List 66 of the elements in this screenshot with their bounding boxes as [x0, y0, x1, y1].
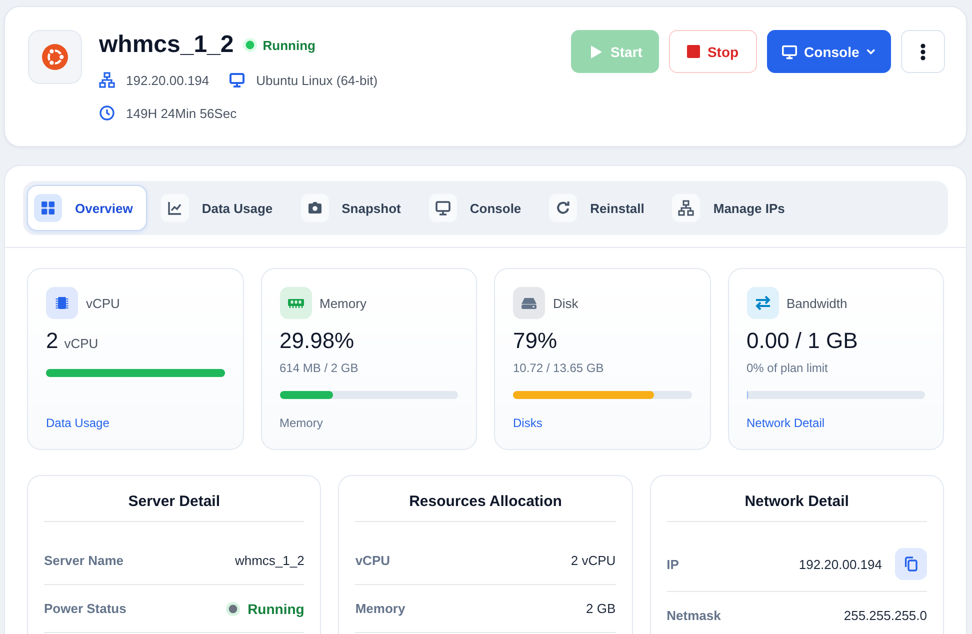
stat-label: Memory [320, 296, 366, 310]
tab[interactable]: Manage IPs [665, 185, 799, 231]
monitor-icon [428, 194, 457, 222]
action-button[interactable]: Console [767, 30, 891, 73]
detail-label: Server Name [44, 553, 124, 568]
detail-value: 2 vCPU [570, 553, 616, 568]
camera-icon [300, 194, 329, 222]
copy-icon [903, 556, 919, 572]
detail-value: 192.20.00.194 [798, 556, 882, 572]
status-value: Running [248, 600, 304, 616]
stat-value: 0.00 / 1 GB [746, 327, 858, 355]
detail-label: Power Status [44, 601, 126, 616]
detail-label: Netmask [666, 608, 721, 623]
panel-title: Resources Allocation [408, 492, 563, 512]
action-button[interactable]: Stop [669, 30, 757, 73]
status-label: Running [262, 38, 316, 52]
stat-link[interactable]: Disks [513, 414, 542, 432]
stop-icon [687, 45, 700, 58]
tab[interactable]: Reinstall [542, 185, 658, 231]
line-chart-icon [160, 194, 189, 222]
detail-value: 255.255.255.0 [844, 608, 927, 623]
tab[interactable]: Data Usage [154, 185, 287, 231]
os-name: Ubuntu Linux (64-bit) [256, 72, 378, 88]
stat-caption: Memory [280, 415, 323, 432]
cpu-chip-icon [46, 287, 78, 319]
stat-detail: 0% of plan limit [746, 360, 828, 377]
network-icon [99, 72, 115, 88]
detail-label: IP [666, 556, 679, 572]
grid-icon [34, 194, 62, 222]
clock-icon [99, 105, 115, 121]
memory-stick-icon [280, 287, 312, 319]
os-logo-icon [28, 30, 82, 84]
copy-button[interactable] [895, 548, 927, 580]
stat-label: vCPU [86, 296, 120, 310]
detail-value: 2 GB [586, 601, 616, 616]
stat-label: Disk [553, 296, 578, 310]
panel-title: Server Detail [127, 492, 222, 512]
more-vertical-icon [920, 42, 926, 60]
more-options-button[interactable] [901, 30, 945, 73]
exchange-arrows-icon [746, 287, 778, 319]
stat-value: 29.98% [280, 327, 354, 355]
tab[interactable]: Snapshot [294, 185, 415, 231]
status-dot-icon [242, 38, 257, 52]
stat-value: 2 [46, 327, 58, 355]
stat-link[interactable]: Data Usage [46, 414, 110, 432]
hard-drive-icon [513, 287, 545, 319]
tab[interactable]: Console [422, 185, 536, 231]
ip-address: 192.20.00.194 [126, 72, 210, 88]
panel-title: Network Detail [744, 492, 850, 512]
stat-value: 79% [513, 327, 558, 355]
stat-unit: vCPU [64, 336, 98, 351]
detail-value: whmcs_1_2 [234, 553, 304, 568]
status-dot-icon [226, 602, 240, 616]
stat-detail: 614 MB / 2 GB [280, 360, 358, 377]
detail-label: Memory [355, 601, 406, 616]
tab[interactable]: Overview [27, 185, 147, 231]
monitor-icon [229, 72, 246, 88]
stat-detail: 10.72 / 13.65 GB [513, 360, 604, 377]
stat-label: Bandwidth [786, 296, 848, 310]
monitor-icon [782, 44, 798, 60]
server-name: whmcs_1_2 [99, 30, 234, 60]
stat-link[interactable]: Network Detail [746, 414, 825, 432]
detail-label: vCPU [355, 553, 390, 568]
redo-icon [549, 194, 578, 222]
uptime: 149H 24Min 56Sec [126, 106, 237, 120]
sitemap-icon [672, 194, 700, 222]
